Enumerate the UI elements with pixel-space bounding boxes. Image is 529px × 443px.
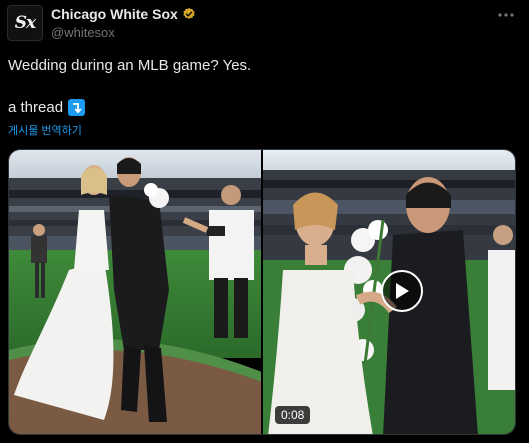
wedding-photo-left[interactable] — [9, 150, 261, 434]
avatar[interactable]: Sx — [7, 5, 43, 41]
avatar-logo: Sx — [14, 13, 36, 33]
tweet[interactable]: Sx Chicago White Sox @whitesox Wedding d… — [0, 0, 529, 443]
author-name-row: Chicago White Sox — [51, 6, 196, 22]
display-name[interactable]: Chicago White Sox — [51, 6, 178, 22]
verified-icon — [182, 7, 196, 21]
thread-arrow-icon — [68, 99, 86, 116]
wedding-video[interactable]: 0:08 — [263, 150, 515, 434]
wedding-photo-left-image — [9, 150, 261, 434]
tweet-text-line2: a thread — [8, 99, 86, 116]
video-duration: 0:08 — [275, 406, 311, 424]
play-icon[interactable] — [381, 270, 423, 312]
handle[interactable]: @whitesox — [51, 25, 115, 40]
media-grid[interactable]: 0:08 — [8, 149, 516, 435]
more-icon[interactable] — [497, 6, 515, 29]
translate-link[interactable]: 게시물 번역하기 — [8, 122, 82, 138]
tweet-text-line1: Wedding during an MLB game? Yes. — [8, 57, 252, 74]
thread-label: a thread — [8, 99, 64, 116]
